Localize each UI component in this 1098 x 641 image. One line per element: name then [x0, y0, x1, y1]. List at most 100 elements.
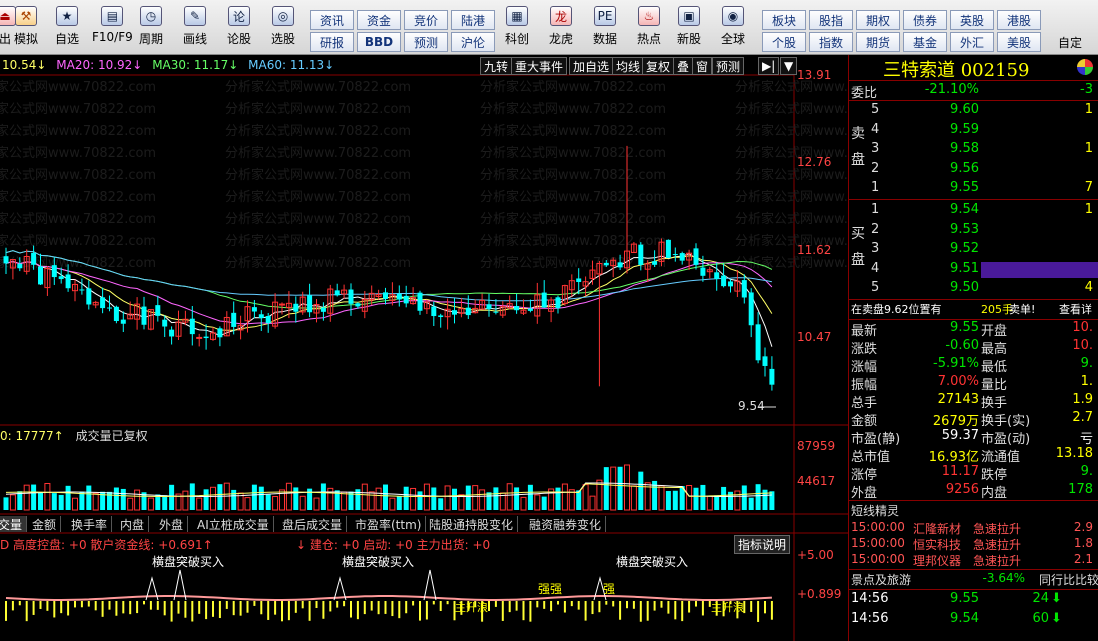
btn-futures[interactable]: 期货	[856, 32, 900, 52]
clock-icon: ◷	[140, 6, 162, 26]
watermark-text: 分析家公式网www.70822.com	[480, 79, 666, 95]
watermark-text: 分析家公式网www.70822.com	[0, 145, 156, 161]
btn-nine-turn[interactable]: 九转	[480, 57, 513, 75]
candle-body	[65, 274, 71, 289]
buy-level-row[interactable]: 2 9.53	[849, 222, 1098, 240]
toolbar-simulate[interactable]: ⚒ 模拟	[14, 6, 38, 52]
buy-level-row[interactable]: 3 9.52	[849, 241, 1098, 259]
toolbar-hot[interactable]: ♨ 热点	[637, 6, 661, 52]
kechuang-icon: ▦	[506, 6, 528, 26]
sell-level-row[interactable]: 3 9.58 1	[849, 141, 1098, 159]
sell-level-row[interactable]: 4 9.59	[849, 122, 1098, 140]
btn-us-stocks[interactable]: 美股	[997, 32, 1041, 52]
btn-stock-index[interactable]: 股指	[809, 10, 853, 30]
buy-level-row[interactable]: 5 9.50 4	[849, 280, 1098, 298]
watermark-text: 分析家公式网www.70822.com	[735, 101, 848, 117]
btn-index[interactable]: 指数	[809, 32, 853, 52]
btn-forecast[interactable]: 预测	[404, 32, 448, 52]
sell-level-row[interactable]: 2 9.56	[849, 161, 1098, 179]
btn-bbd[interactable]: BBD	[357, 32, 401, 52]
toolbar-screener[interactable]: ◎ 选股	[271, 6, 295, 52]
buy-level-row[interactable]: 4 9.51	[849, 261, 1098, 279]
btn-forecast-chart[interactable]: 预测	[712, 57, 745, 75]
toolbar-dragon-label: 龙虎	[549, 32, 574, 46]
tab-pe-ttm[interactable]: 市盈率(ttm)	[351, 516, 427, 532]
btn-news[interactable]: 资讯	[310, 10, 354, 30]
volume-bar	[320, 483, 326, 510]
short-term-item[interactable]: 15:00:00 理邦仪器 急速拉升 2.1	[849, 552, 1098, 570]
btn-adjust[interactable]: 复权	[642, 57, 675, 75]
kline-chart-svg[interactable]: 分析家公式网www.70822.com 分析家公式网www.70822.com 分析…	[0, 55, 848, 641]
volume-bar	[734, 490, 741, 511]
btn-research[interactable]: 研报	[310, 32, 354, 52]
tab-outer[interactable]: 外盘	[155, 516, 189, 532]
sector-row[interactable]: 景点及旅游 -3.64% 同行比比较	[849, 571, 1098, 589]
toolbar-period[interactable]: ◷ 周期	[139, 6, 163, 52]
buy-level-row[interactable]: 1 9.54 1	[849, 202, 1098, 220]
volume-bar	[251, 484, 257, 510]
toolbar-data[interactable]: PE 数据	[593, 6, 617, 52]
sell-level-row[interactable]: 5 9.60 1	[849, 102, 1098, 120]
quote-value: 10.	[1072, 338, 1093, 353]
toolbar-global[interactable]: ◉ 全球	[721, 6, 745, 52]
tab-turnover[interactable]: 换手率	[67, 516, 113, 532]
volume-bar	[375, 487, 382, 511]
indicator-help-button[interactable]: 指标说明	[734, 535, 791, 554]
tab-after-hours[interactable]: 盘后成交量	[278, 516, 348, 532]
quote-value: 7.00%	[937, 374, 979, 389]
sell-level-row[interactable]: 1 9.55 7	[849, 180, 1098, 198]
btn-sector[interactable]: 板块	[762, 10, 806, 30]
btn-jump-end[interactable]: ▶|	[758, 57, 780, 75]
volume-bar	[9, 494, 16, 511]
btn-uk-stocks[interactable]: 英股	[950, 10, 994, 30]
btn-bonds[interactable]: 债券	[903, 10, 947, 30]
btn-hk-connect[interactable]: 陆港	[451, 10, 495, 30]
toolbar-kechuang[interactable]: ▦ 科创	[505, 6, 529, 52]
btn-options[interactable]: 期权	[856, 10, 900, 30]
f10-icon: ▤	[101, 6, 124, 26]
tab-ai-volume[interactable]: AI立桩成交量	[193, 516, 274, 532]
down-arrow-icon: ⬇	[1051, 611, 1062, 626]
toolbar-newstock-label: 新股	[677, 32, 702, 46]
watermark-text: 分析家公式网www.70822.com	[225, 255, 411, 271]
btn-major-events[interactable]: 重大事件	[511, 57, 568, 75]
candle-body	[79, 289, 85, 291]
tab-volume[interactable]: 交量	[0, 516, 28, 532]
short-term-stock: 恒实科技	[913, 538, 962, 552]
volume-bar	[23, 484, 30, 511]
toolbar-discuss[interactable]: 论论股	[227, 6, 251, 52]
tab-amount[interactable]: 金额	[28, 516, 62, 532]
btn-overlay[interactable]: 叠	[673, 57, 694, 75]
btn-chart-menu[interactable]: ▼	[780, 57, 798, 75]
btn-auction[interactable]: 竞价	[404, 10, 448, 30]
volume-bar	[120, 488, 126, 510]
toolbar-f10[interactable]: ▤ F10/F9	[92, 6, 133, 52]
btn-add-watchlist[interactable]: 加自选	[569, 57, 614, 75]
sector-compare[interactable]: 同行比比较	[1039, 571, 1098, 588]
btn-fund[interactable]: 基金	[903, 32, 947, 52]
btn-individual[interactable]: 个股	[762, 32, 806, 52]
volume-bar	[361, 483, 368, 511]
btn-funds[interactable]: 资金	[357, 10, 401, 30]
watermark-text: 分析家公式网www.70822.com	[735, 189, 848, 205]
candle-body	[748, 292, 754, 326]
btn-moving-average[interactable]: 均线	[612, 57, 645, 75]
color-wheel-icon[interactable]	[1077, 59, 1093, 75]
btn-shanghai-london[interactable]: 沪伦	[451, 32, 495, 52]
volume-bar	[134, 489, 141, 511]
toolbar-watchlist[interactable]: ★ 自选	[55, 6, 79, 52]
tick-volume: 24	[1032, 591, 1049, 606]
btn-window[interactable]: 窗	[692, 57, 713, 75]
toolbar-newstock[interactable]: ▣ 新股	[677, 6, 701, 52]
btn-forex[interactable]: 外汇	[950, 32, 994, 52]
tab-margin[interactable]: 融资融券变化	[525, 516, 607, 532]
order-alert-more-link[interactable]: 查看详	[1059, 301, 1092, 317]
volume-bar	[299, 495, 306, 511]
tick-price: 9.54	[950, 611, 979, 626]
toolbar-draw[interactable]: ✎ 画线	[183, 6, 207, 52]
tab-inner[interactable]: 内盘	[116, 516, 150, 532]
tab-northbound[interactable]: 陆股通持股变化	[425, 516, 519, 532]
toolbar-dragon[interactable]: 龙龙虎	[549, 6, 573, 52]
buy-level-number: 2	[871, 221, 880, 237]
btn-hk-stocks[interactable]: 港股	[997, 10, 1041, 30]
